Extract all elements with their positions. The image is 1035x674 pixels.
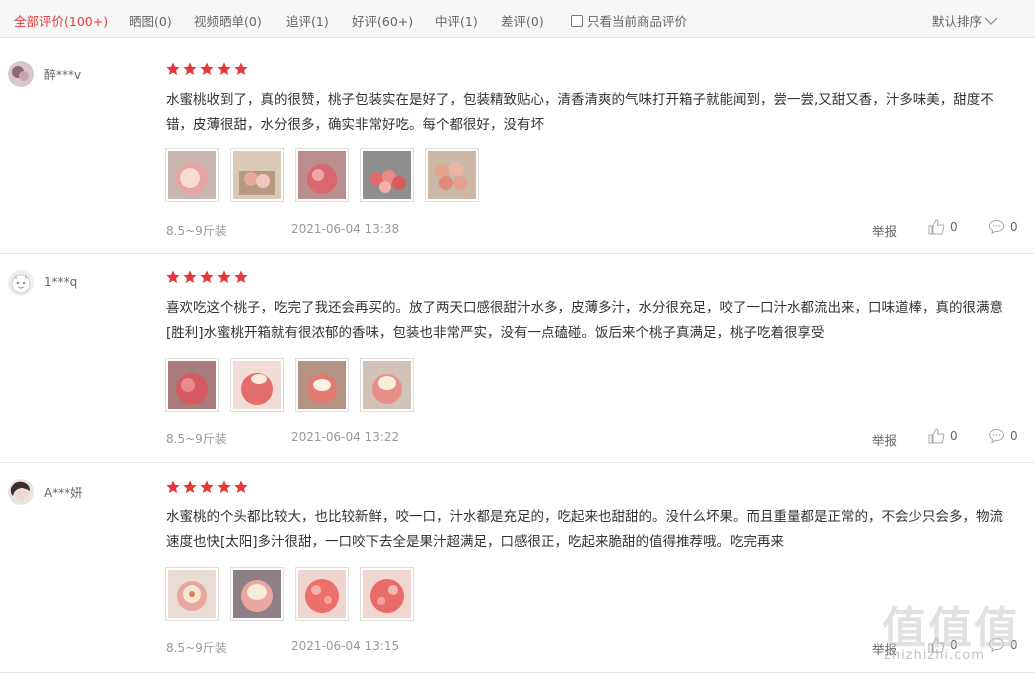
- review-item: 1***q 喜欢吃这个桃子，吃完了我还会再买的。放了两天口感很甜汁水多，皮薄多汁…: [0, 254, 1035, 463]
- review-photo[interactable]: [360, 567, 414, 621]
- chevron-down-icon: [984, 17, 998, 25]
- review-item: 醉***v 水蜜桃收到了，真的很赞，桃子包装实在是好了，包装精致贴心，清香清爽的…: [0, 38, 1035, 254]
- review-photo[interactable]: [165, 358, 219, 412]
- product-spec: 8.5~9斤装: [166, 432, 227, 446]
- star-icon: [183, 62, 197, 75]
- star-rating: [165, 479, 249, 495]
- review-photo[interactable]: [360, 358, 414, 412]
- thumbs-up-icon: [928, 637, 945, 653]
- default-avatar-icon: [8, 270, 34, 296]
- review-photo[interactable]: [165, 148, 219, 202]
- comment-icon: [988, 637, 1005, 653]
- only-current-label: 只看当前商品评价: [587, 14, 688, 29]
- review-photos: [165, 358, 414, 412]
- star-rating: [165, 269, 249, 285]
- star-icon: [183, 270, 197, 283]
- star-icon: [166, 62, 180, 75]
- review-photo[interactable]: [230, 358, 284, 412]
- product-spec: 8.5~9斤装: [166, 224, 227, 238]
- star-icon: [200, 62, 214, 75]
- like-button[interactable]: 0: [928, 637, 958, 653]
- reply-count: 0: [1010, 638, 1018, 652]
- review-username: 1***q: [44, 275, 78, 289]
- like-count: 0: [950, 429, 958, 443]
- star-icon: [166, 480, 180, 493]
- tab-all-reviews[interactable]: 全部评价(100+): [14, 11, 108, 30]
- review-item: A***妍 水蜜桃的个头都比较大，也比较新鲜，咬一口，汁水都是充足的，吃起来也甜…: [0, 463, 1035, 673]
- review-photo[interactable]: [425, 148, 479, 202]
- star-icon: [234, 270, 248, 283]
- product-spec: 8.5~9斤装: [166, 641, 227, 655]
- review-username: A***妍: [44, 486, 83, 500]
- star-icon: [166, 270, 180, 283]
- like-count: 0: [950, 220, 958, 234]
- review-text: 水蜜桃的个头都比较大，也比较新鲜，咬一口，汁水都是充足的，吃起来也甜甜的。没什么…: [166, 509, 1003, 550]
- like-button[interactable]: 0: [928, 428, 958, 444]
- reply-count: 0: [1010, 429, 1018, 443]
- review-date: 2021-06-04 13:15: [291, 639, 400, 653]
- review-photo[interactable]: [295, 567, 349, 621]
- reply-button[interactable]: 0: [988, 637, 1018, 653]
- reply-button[interactable]: 0: [988, 428, 1018, 444]
- review-photos: [165, 148, 479, 202]
- only-current-product-toggle[interactable]: 只看当前商品评价: [571, 11, 687, 30]
- tab-negative[interactable]: 差评(0): [501, 11, 544, 30]
- star-icon: [183, 480, 197, 493]
- star-icon: [217, 62, 231, 75]
- review-photo[interactable]: [295, 358, 349, 412]
- review-photo[interactable]: [295, 148, 349, 202]
- review-filter-bar: 全部评价(100+) 晒图(0) 视频晒单(0) 追评(1) 好评(60+) 中…: [0, 0, 1035, 38]
- star-icon: [217, 270, 231, 283]
- tab-positive[interactable]: 好评(60+): [352, 11, 413, 30]
- tab-neutral[interactable]: 中评(1): [435, 11, 478, 30]
- star-icon: [200, 480, 214, 493]
- review-meta: 8.5~9斤装 2021-06-04 13:38: [166, 222, 399, 239]
- review-meta: 8.5~9斤装 2021-06-04 13:15: [166, 639, 399, 656]
- star-icon: [217, 480, 231, 493]
- comment-icon: [988, 219, 1005, 235]
- star-icon: [234, 480, 248, 493]
- review-photo[interactable]: [360, 148, 414, 202]
- star-icon: [234, 62, 248, 75]
- review-photo[interactable]: [230, 567, 284, 621]
- like-count: 0: [950, 638, 958, 652]
- user-avatar-icon: [8, 479, 34, 505]
- only-current-checkbox[interactable]: [571, 14, 583, 27]
- review-photo[interactable]: [230, 148, 284, 202]
- report-button[interactable]: 举报: [872, 221, 897, 240]
- review-photo[interactable]: [165, 567, 219, 621]
- review-username: 醉***v: [44, 68, 82, 82]
- user-avatar-icon: [8, 61, 34, 87]
- report-button[interactable]: 举报: [872, 639, 897, 658]
- review-meta: 8.5~9斤装 2021-06-04 13:22: [166, 430, 399, 447]
- reply-count: 0: [1010, 220, 1018, 234]
- review-date: 2021-06-04 13:22: [291, 430, 400, 444]
- thumbs-up-icon: [928, 219, 945, 235]
- review-date: 2021-06-04 13:38: [291, 222, 400, 236]
- reply-button[interactable]: 0: [988, 219, 1018, 235]
- comment-icon: [988, 428, 1005, 444]
- star-icon: [200, 270, 214, 283]
- sort-dropdown[interactable]: 默认排序: [932, 11, 998, 30]
- review-text: 水蜜桃收到了，真的很赞，桃子包装实在是好了，包装精致贴心，清香清爽的气味打开箱子…: [166, 92, 994, 133]
- tab-video-reviews[interactable]: 视频晒单(0): [194, 11, 262, 30]
- sort-label: 默认排序: [932, 14, 983, 29]
- thumbs-up-icon: [928, 428, 945, 444]
- review-text: 喜欢吃这个桃子，吃完了我还会再买的。放了两天口感很甜汁水多，皮薄多汁，水分很充足…: [166, 300, 1003, 341]
- like-button[interactable]: 0: [928, 219, 958, 235]
- report-button[interactable]: 举报: [872, 430, 897, 449]
- review-photos: [165, 567, 414, 621]
- tab-follow-up[interactable]: 追评(1): [286, 11, 329, 30]
- tab-photos[interactable]: 晒图(0): [129, 11, 172, 30]
- star-rating: [165, 61, 249, 77]
